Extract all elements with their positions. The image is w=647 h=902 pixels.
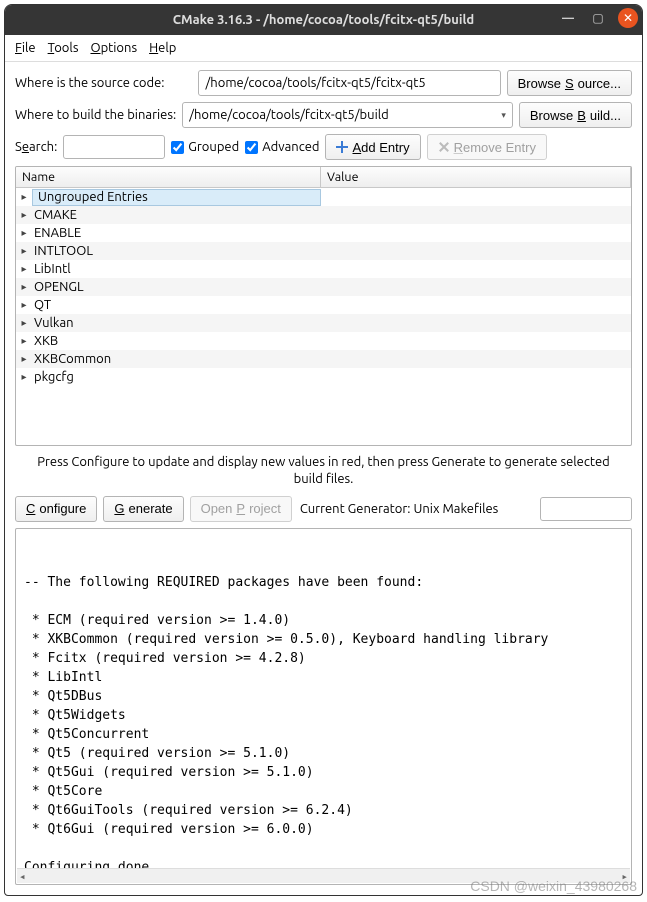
group-name-cell: QT [32,298,321,312]
search-row: Search: Grouped Advanced Add Entry Remov… [15,134,632,160]
help-text: Press Configure to update and display ne… [15,452,632,490]
expand-icon[interactable]: ▸ [16,299,32,311]
tree-group-row[interactable]: ▸INTLTOOL [16,242,631,260]
close-icon[interactable]: ✕ [618,8,638,28]
group-name-cell: ENABLE [32,226,321,240]
expand-icon[interactable]: ▸ [16,335,32,347]
tree-header: Name Value [16,167,631,188]
expand-icon[interactable]: ▸ [16,245,32,257]
expand-icon[interactable]: ▸ [16,263,32,275]
menu-options[interactable]: Options [90,41,137,55]
cmake-window: CMake 3.16.3 - /home/cocoa/tools/fcitx-q… [4,4,643,896]
log-text: -- The following REQUIRED packages have … [24,575,548,875]
source-row: Where is the source code: /home/cocoa/to… [15,70,632,96]
expand-icon[interactable]: ▸ [16,353,32,365]
group-name-cell: XKBCommon [32,352,321,366]
group-name-cell: OPENGL [32,280,321,294]
open-project-button: Open Project [190,496,292,522]
window-controls: — ▢ ✕ [558,8,638,28]
source-path-input[interactable]: /home/cocoa/tools/fcitx-qt5/fcitx-qt5 [198,70,500,96]
content-area: Where is the source code: /home/cocoa/to… [5,62,642,895]
horizontal-scrollbar[interactable]: ◂ ▸ [17,868,630,883]
expand-icon[interactable]: ▸ [16,209,32,221]
browse-source-button[interactable]: Browse Source... [507,70,632,96]
generate-bar: Configure Generate Open Project Current … [15,496,632,522]
x-icon [438,141,450,153]
tree-group-row[interactable]: ▸XKBCommon [16,350,631,368]
expand-icon[interactable]: ▸ [16,371,32,383]
window-title: CMake 3.16.3 - /home/cocoa/tools/fcitx-q… [173,13,474,27]
tree-body: ▸Ungrouped Entries▸CMAKE▸ENABLE▸INTLTOOL… [16,188,631,386]
titlebar: CMake 3.16.3 - /home/cocoa/tools/fcitx-q… [5,5,642,35]
group-name-cell: CMAKE [32,208,321,222]
tree-group-row[interactable]: ▸LibIntl [16,260,631,278]
tree-group-row[interactable]: ▸CMAKE [16,206,631,224]
expand-icon[interactable]: ▸ [16,191,32,203]
minimize-icon[interactable]: — [558,8,578,28]
configure-button[interactable]: Configure [15,496,97,522]
build-path-combo[interactable]: /home/cocoa/tools/fcitx-qt5/build ▾ [182,102,513,128]
grouped-checkbox-input[interactable] [171,141,184,154]
scroll-right-icon[interactable]: ▸ [621,867,628,886]
group-name-cell: LibIntl [32,262,321,276]
build-row: Where to build the binaries: /home/cocoa… [15,102,632,128]
plus-icon [336,141,348,153]
menu-tools[interactable]: Tools [48,41,79,55]
menu-help[interactable]: Help [149,41,176,55]
advanced-checkbox[interactable]: Advanced [245,140,319,154]
value-column-header[interactable]: Value [321,167,631,187]
maximize-icon[interactable]: ▢ [588,8,608,28]
advanced-checkbox-input[interactable] [245,141,258,154]
remove-entry-button: Remove Entry [427,134,547,160]
tree-group-row[interactable]: ▸ENABLE [16,224,631,242]
source-label: Where is the source code: [15,76,164,90]
menubar: File Tools Options Help [5,35,642,62]
chevron-down-icon: ▾ [501,110,506,121]
cache-tree[interactable]: Name Value ▸Ungrouped Entries▸CMAKE▸ENAB… [15,166,632,446]
tree-group-row[interactable]: ▸Vulkan [16,314,631,332]
group-name-cell: Vulkan [32,316,321,330]
group-name-cell: Ungrouped Entries [32,189,321,206]
menu-file[interactable]: File [15,41,36,55]
name-column-header[interactable]: Name [16,167,321,187]
generate-button[interactable]: Generate [103,496,183,522]
expand-icon[interactable]: ▸ [16,281,32,293]
progress-indicator [540,497,632,521]
expand-icon[interactable]: ▸ [16,317,32,329]
tree-group-row[interactable]: ▸Ungrouped Entries [16,188,631,206]
log-output[interactable]: -- The following REQUIRED packages have … [15,528,632,885]
search-input[interactable] [63,135,165,159]
expand-icon[interactable]: ▸ [16,227,32,239]
add-entry-button[interactable]: Add Entry [325,134,420,160]
search-label: Search: [15,140,57,154]
group-name-cell: XKB [32,334,321,348]
scroll-left-icon[interactable]: ◂ [19,867,26,886]
grouped-checkbox[interactable]: Grouped [171,140,239,154]
build-label: Where to build the binaries: [15,108,176,122]
current-generator-label: Current Generator: Unix Makefiles [300,502,498,516]
tree-group-row[interactable]: ▸XKB [16,332,631,350]
group-name-cell: pkgcfg [32,370,321,384]
group-name-cell: INTLTOOL [32,244,321,258]
browse-build-button[interactable]: Browse Build... [519,102,632,128]
tree-group-row[interactable]: ▸QT [16,296,631,314]
tree-group-row[interactable]: ▸pkgcfg [16,368,631,386]
tree-group-row[interactable]: ▸OPENGL [16,278,631,296]
